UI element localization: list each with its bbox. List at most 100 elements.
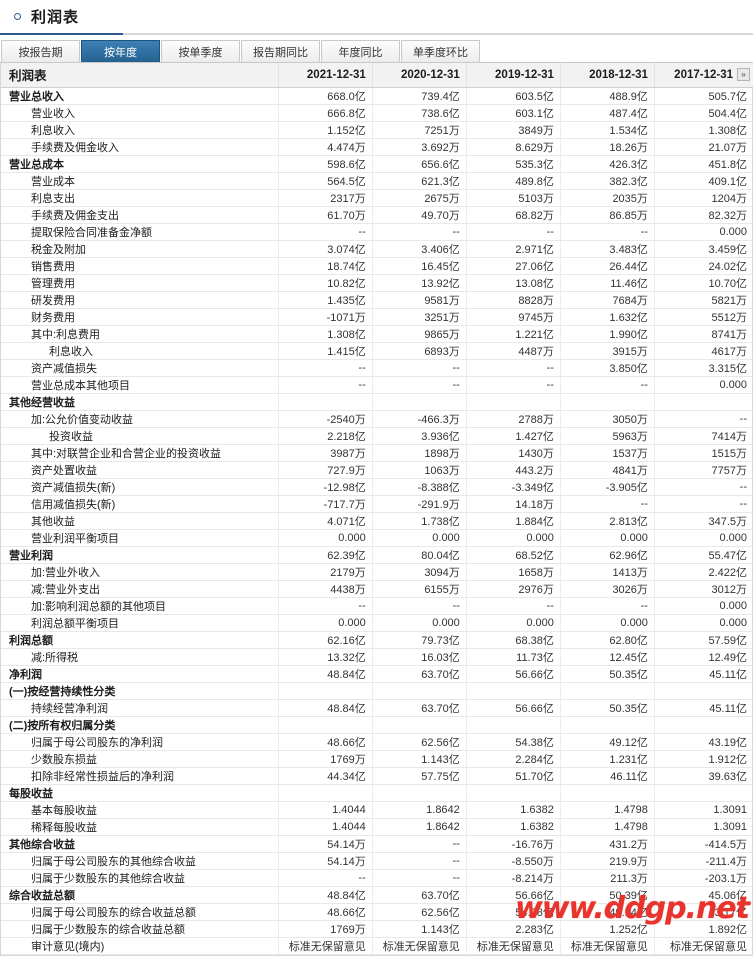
cell-value: 80.04亿 <box>372 546 467 564</box>
table-row: 管理费用 10.82亿 13.92亿 13.08亿 11.46亿 10.70亿 <box>1 274 753 292</box>
row-label: 持续经营净利润 <box>1 699 279 717</box>
table-row: 利息支出 2317万 2675万 5103万 2035万 1204万 <box>1 189 753 207</box>
cell-value: 489.8亿 <box>466 172 561 190</box>
cell-value: 82.32万 <box>654 206 753 224</box>
cell-value: 54.38亿 <box>466 733 561 751</box>
row-label: 基本每股收益 <box>1 801 279 819</box>
row-label: 资产减值损失 <box>1 359 279 377</box>
cell-value: 2.813亿 <box>560 512 655 530</box>
tab-5[interactable]: 单季度环比 <box>401 40 480 62</box>
cell-value: 3.850亿 <box>560 359 655 377</box>
cell-value: 5821万 <box>654 291 753 309</box>
page-header: 利润表 <box>0 0 753 33</box>
cell-value: 8741万 <box>654 325 753 343</box>
table-row: 财务费用 -1071万 3251万 9745万 1.632亿 5512万 <box>1 308 753 326</box>
scroll-right-icon[interactable]: » <box>737 68 750 81</box>
cell-value: 504.4亿 <box>654 104 753 122</box>
cell-value: 1.252亿 <box>560 920 655 938</box>
table-row: 营业利润 62.39亿 80.04亿 68.52亿 62.96亿 55.47亿 <box>1 546 753 564</box>
cell-value: 4.071亿 <box>278 512 373 530</box>
cell-value: 62.56亿 <box>372 903 467 921</box>
cell-value: 603.1亿 <box>466 104 561 122</box>
table-row: 税金及附加 3.074亿 3.406亿 2.971亿 3.483亿 3.459亿 <box>1 240 753 258</box>
cell-value: -- <box>466 359 561 377</box>
tab-1[interactable]: 按年度 <box>81 40 160 62</box>
cell-value: 0.000 <box>372 529 467 547</box>
cell-value: -203.1万 <box>654 869 753 887</box>
tab-3[interactable]: 报告期同比 <box>241 40 320 62</box>
cell-value: 16.45亿 <box>372 257 467 275</box>
cell-value: 18.74亿 <box>278 257 373 275</box>
cell-value: 0.000 <box>654 614 753 632</box>
cell-value <box>560 784 655 802</box>
table-row: 利息收入 1.415亿 6893万 4487万 3915万 4617万 <box>1 342 753 360</box>
tab-2[interactable]: 按单季度 <box>161 40 240 62</box>
column-header-period-0: 2021-12-31 <box>278 63 373 88</box>
table-row: 营业利润平衡项目 0.000 0.000 0.000 0.000 0.000 <box>1 529 753 547</box>
row-label: 手续费及佣金收入 <box>1 138 279 156</box>
column-header-period-2: 2019-12-31 <box>466 63 561 88</box>
row-label: 管理费用 <box>1 274 279 292</box>
row-label: 其中:利息费用 <box>1 325 279 343</box>
row-label: 营业利润 <box>1 546 279 564</box>
cell-value: 56.66亿 <box>466 699 561 717</box>
cell-value: 2.971亿 <box>466 240 561 258</box>
cell-value <box>560 393 655 411</box>
column-header-period-4: 2017-12-31 » <box>654 63 753 88</box>
row-label: 营业收入 <box>1 104 279 122</box>
cell-value <box>278 682 373 700</box>
cell-value: -- <box>372 376 467 394</box>
table-row: 利润总额平衡项目 0.000 0.000 0.000 0.000 0.000 <box>1 614 753 632</box>
cell-value: 4841万 <box>560 461 655 479</box>
table-row: 加:公允价值变动收益 -2540万 -466.3万 2788万 3050万 -- <box>1 410 753 428</box>
cell-value: 9581万 <box>372 291 467 309</box>
cell-value: 5963万 <box>560 427 655 445</box>
cell-value: 62.39亿 <box>278 546 373 564</box>
column-header-period-3: 2018-12-31 <box>560 63 655 88</box>
cell-value: 564.5亿 <box>278 172 373 190</box>
table-row: 其中:对联营企业和合营企业的投资收益 3987万 1898万 1430万 1537万 15… <box>1 444 753 462</box>
cell-value: 4487万 <box>466 342 561 360</box>
row-label: 提取保险合同准备金净额 <box>1 223 279 241</box>
cell-value: 13.92亿 <box>372 274 467 292</box>
cell-value: 标准无保留意见 <box>654 937 753 955</box>
cell-value: 3026万 <box>560 580 655 598</box>
cell-value: 1.4044 <box>278 801 373 819</box>
tab-0[interactable]: 按报告期 <box>1 40 80 62</box>
cell-value: -- <box>654 478 753 496</box>
cell-value: 1.4798 <box>560 801 655 819</box>
table-header-row: 利润表 2021-12-31 2020-12-31 2019-12-31 2018-12… <box>1 63 753 88</box>
row-label: 归属于母公司股东的净利润 <box>1 733 279 751</box>
tab-bar: 按报告期 按年度 按单季度 报告期同比 年度同比 单季度环比 <box>0 40 753 63</box>
cell-value: 14.18万 <box>466 495 561 513</box>
table-row: 投资收益 2.218亿 3.936亿 1.427亿 5963万 7414万 <box>1 427 753 445</box>
table-row: 研发费用 1.435亿 9581万 8828万 7684万 5821万 <box>1 291 753 309</box>
cell-value: 727.9万 <box>278 461 373 479</box>
table-body: 营业总收入 668.0亿 739.4亿 603.5亿 488.9亿 505.7亿 营业收入 6… <box>1 87 753 955</box>
cell-value: 68.38亿 <box>466 631 561 649</box>
cell-value: 603.5亿 <box>466 87 561 105</box>
cell-value: 3.315亿 <box>654 359 753 377</box>
cell-value: 666.8亿 <box>278 104 373 122</box>
cell-value <box>654 393 753 411</box>
row-label: 税金及附加 <box>1 240 279 258</box>
cell-value: 49.12亿 <box>560 733 655 751</box>
table-row: 营业总收入 668.0亿 739.4亿 603.5亿 488.9亿 505.7亿 <box>1 87 753 105</box>
cell-value: 54.38亿 <box>466 903 561 921</box>
cell-value: 6155万 <box>372 580 467 598</box>
cell-value: 3251万 <box>372 308 467 326</box>
tab-4[interactable]: 年度同比 <box>321 40 400 62</box>
cell-value: 451.8亿 <box>654 155 753 173</box>
cell-value: 0.000 <box>278 614 373 632</box>
cell-value: -211.4万 <box>654 852 753 870</box>
cell-value: -291.9万 <box>372 495 467 513</box>
cell-value <box>466 784 561 802</box>
table-row: 净利润 48.84亿 63.70亿 56.66亿 50.35亿 45.11亿 <box>1 665 753 683</box>
row-label: 净利润 <box>1 665 279 683</box>
cell-value: -- <box>560 376 655 394</box>
cell-value: -8.550万 <box>466 852 561 870</box>
cell-value: -- <box>466 597 561 615</box>
cell-value: 3.459亿 <box>654 240 753 258</box>
cell-value: 8828万 <box>466 291 561 309</box>
row-label: 其他收益 <box>1 512 279 530</box>
